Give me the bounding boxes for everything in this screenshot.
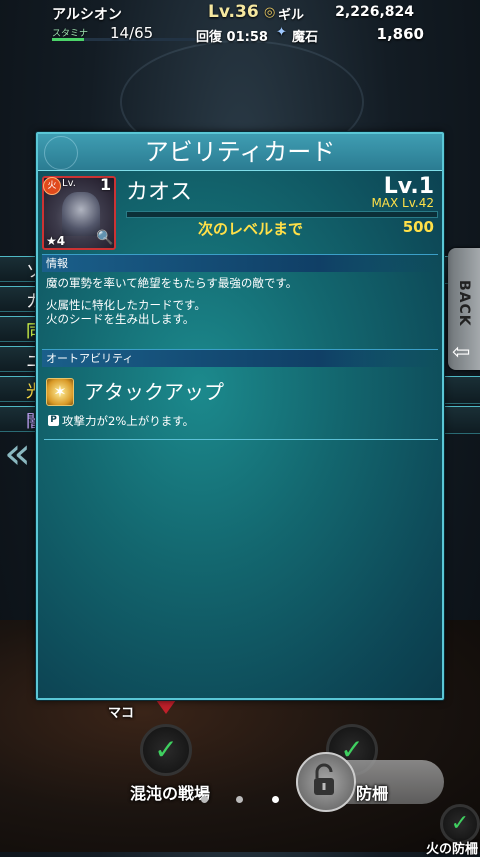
magic-stone-label: 魔石 [292,30,319,45]
card-name: カオス [126,180,193,205]
auto-ability-section-header: オートアビリティ [42,349,438,367]
attack-up-icon: ✶ [46,378,74,406]
checkmark-icon: ✓ [450,811,470,836]
map-label-barricade: 防柵 [356,784,389,803]
info-attribute: 火属性に特化したカードです。 [46,298,206,312]
checkmark-icon: ✓ [154,733,178,766]
magnifier-icon[interactable]: 🔍 [96,230,113,246]
page-dot-active [272,796,279,803]
player-level: Lv.36 [208,2,259,22]
chaos-portrait [62,192,100,236]
card-max-level: MAX Lv.42 [371,196,434,210]
stamina-recover-timer: 回復 01:58 [196,30,268,45]
info-seed: 火のシードを生み出します。 [46,312,195,326]
magic-stone-icon: ✦ [276,25,287,40]
player-name: アルシオン [52,7,122,23]
map-label-partial: マコ [108,706,135,721]
passive-icon: P [48,415,59,426]
thumb-rarity: ★4 [46,234,66,248]
padlock-icon [314,763,334,795]
gil-label: ギル [278,8,305,23]
status-bar: アルシオン Lv.36 ◎ ギル 2,226,824 スタミナ 14/65 回復… [52,2,432,45]
page-dot [236,796,243,803]
map-node-chaos-battlefield[interactable]: ✓ [140,724,192,776]
info-section-header: 情報 [42,254,438,272]
chevron-left-icon[interactable]: « [4,428,31,479]
back-button[interactable]: BACK ⇦ [448,248,480,370]
gil-icon: ◎ [264,5,276,20]
arrow-left-icon: ⇦ [452,340,471,365]
card-thumbnail[interactable]: 火 Lv. 1 ★4 🔍 [42,175,116,250]
fire-element-icon: 火 [43,177,61,195]
magic-stone-value: 1,860 [376,25,424,43]
page-dot [201,796,208,803]
map-label-fire-barricade: 火の防柵 [426,842,479,857]
dialog-title-bar: アビリティカード [38,134,442,171]
section-divider [44,439,438,440]
info-description: 魔の軍勢を率いて絶望をもたらす最強の敵です。 [46,276,298,290]
thumb-level-number: 1 [100,175,112,194]
dialog-title: アビリティカード [144,138,336,166]
back-label: BACK [456,280,472,327]
stamina-value: 14/65 [110,24,154,42]
map-marker-icon [156,700,176,714]
ability-description: 攻撃力が2%上がります。 [62,414,195,428]
thumb-level-label: Lv. [62,178,76,189]
exp-bar [126,211,438,218]
ability-name: アタックアップ [84,380,224,404]
next-level-label: 次のレベルまで [198,220,304,238]
stamina-bar-fill [52,38,85,41]
side-menu-right-3 [444,406,480,434]
side-menu-right-2 [444,376,480,404]
ability-card-dialog: アビリティカード 火 Lv. 1 ★4 🔍 カオス Lv. 1 MAX Lv.42… [36,132,444,700]
next-level-value: 500 [402,218,434,236]
gil-value: 2,226,824 [335,4,414,20]
title-ornament-icon [44,136,78,170]
map-label-chaos-battlefield: 混沌の戦場 [130,784,211,803]
